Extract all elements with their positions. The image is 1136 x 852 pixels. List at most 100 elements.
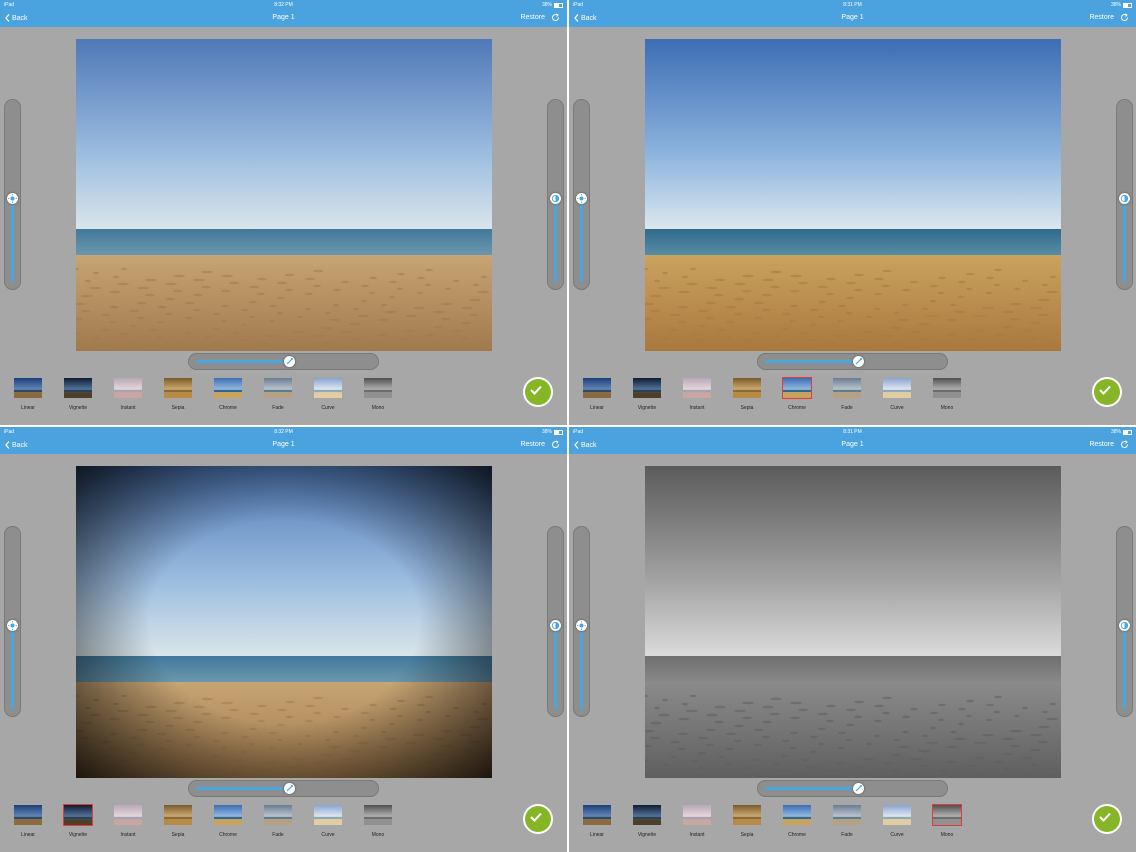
- restore-button[interactable]: Restore: [1089, 13, 1129, 22]
- wand-icon[interactable]: [853, 356, 864, 367]
- filter-curve[interactable]: Curve: [313, 377, 343, 411]
- sun-icon[interactable]: [7, 193, 18, 204]
- filter-vignette[interactable]: Vignette: [63, 804, 93, 838]
- status-bar: iPad 8:32 PM 38%: [0, 0, 567, 10]
- restore-button[interactable]: Restore: [520, 440, 560, 449]
- filter-thumbnail: [163, 804, 193, 826]
- wand-icon[interactable]: [853, 783, 864, 794]
- filter-label: Mono: [940, 405, 954, 411]
- nav-bar: Back Page 1 Restore: [569, 437, 1136, 454]
- status-right: 38%: [1111, 2, 1132, 8]
- filter-thumbnail: [582, 377, 612, 399]
- filter-label: Curve: [321, 832, 335, 838]
- filter-sepia[interactable]: Sepia: [163, 804, 193, 838]
- status-time: 8:31 PM: [843, 429, 862, 435]
- brightness-slider[interactable]: [573, 99, 590, 290]
- filter-thumbnail: [932, 377, 962, 399]
- battery-percent: 38%: [541, 2, 552, 8]
- contrast-slider[interactable]: [1116, 526, 1133, 717]
- restore-button[interactable]: Restore: [1089, 440, 1129, 449]
- filter-thumbnail: [263, 377, 293, 399]
- filter-linear[interactable]: Linear: [582, 377, 612, 411]
- filter-vignette[interactable]: Vignette: [632, 804, 662, 838]
- filter-vignette[interactable]: Vignette: [632, 377, 662, 411]
- contrast-slider[interactable]: [1116, 99, 1133, 290]
- filter-label: Instant: [120, 832, 136, 838]
- apply-button[interactable]: [523, 377, 553, 407]
- filter-chrome[interactable]: Chrome: [213, 804, 243, 838]
- brightness-slider[interactable]: [4, 526, 21, 717]
- sun-icon[interactable]: [7, 620, 18, 631]
- filter-strip: Linear Vignette Instant Sepia Chrome Fad…: [0, 377, 567, 417]
- filter-fade[interactable]: Fade: [832, 377, 862, 411]
- apply-button[interactable]: [1092, 804, 1122, 834]
- filter-instant[interactable]: Instant: [682, 377, 712, 411]
- battery-percent: 38%: [541, 429, 552, 435]
- restore-button[interactable]: Restore: [520, 13, 560, 22]
- filter-thumbnail: [213, 804, 243, 826]
- filter-thumbnail: [63, 804, 93, 826]
- restore-label: Restore: [520, 441, 545, 448]
- filter-chrome[interactable]: Chrome: [213, 377, 243, 411]
- apply-button[interactable]: [1092, 377, 1122, 407]
- filter-linear[interactable]: Linear: [582, 804, 612, 838]
- apply-button[interactable]: [523, 804, 553, 834]
- filter-curve[interactable]: Curve: [882, 804, 912, 838]
- intensity-slider[interactable]: [188, 353, 379, 370]
- filter-mono[interactable]: Mono: [932, 804, 962, 838]
- status-bar: iPad 8:32 PM 38%: [0, 427, 567, 437]
- intensity-slider[interactable]: [188, 780, 379, 797]
- contrast-slider[interactable]: [547, 99, 564, 290]
- contrast-icon[interactable]: [1119, 620, 1130, 631]
- page-title: Page 1: [272, 14, 295, 21]
- brightness-slider[interactable]: [4, 99, 21, 290]
- status-right: 38%: [542, 429, 563, 435]
- nav-bar: Back Page 1 Restore: [0, 437, 567, 454]
- filter-mono[interactable]: Mono: [932, 377, 962, 411]
- filter-fade[interactable]: Fade: [263, 804, 293, 838]
- contrast-icon[interactable]: [550, 193, 561, 204]
- filter-label: Mono: [371, 405, 385, 411]
- filter-linear[interactable]: Linear: [13, 804, 43, 838]
- filter-label: Linear: [21, 832, 35, 838]
- filter-sepia[interactable]: Sepia: [163, 377, 193, 411]
- filter-linear[interactable]: Linear: [13, 377, 43, 411]
- contrast-icon[interactable]: [1119, 193, 1130, 204]
- filter-curve[interactable]: Curve: [882, 377, 912, 411]
- checkmark-icon: [530, 812, 542, 822]
- filter-sepia[interactable]: Sepia: [732, 377, 762, 411]
- filter-thumbnail: [213, 377, 243, 399]
- refresh-icon: [1121, 13, 1128, 21]
- contrast-slider[interactable]: [547, 526, 564, 717]
- filter-thumbnail: [932, 804, 962, 826]
- filter-sepia[interactable]: Sepia: [732, 804, 762, 838]
- status-bar: iPad 8:31 PM 38%: [569, 0, 1136, 10]
- filter-fade[interactable]: Fade: [832, 804, 862, 838]
- wand-icon[interactable]: [284, 783, 295, 794]
- filter-label: Sepia: [171, 405, 185, 411]
- filter-chrome[interactable]: Chrome: [782, 804, 812, 838]
- contrast-icon[interactable]: [550, 620, 561, 631]
- filter-instant[interactable]: Instant: [113, 377, 143, 411]
- filter-instant[interactable]: Instant: [113, 804, 143, 838]
- intensity-slider[interactable]: [757, 353, 948, 370]
- filter-label: Fade: [272, 832, 284, 838]
- intensity-slider[interactable]: [757, 780, 948, 797]
- filter-fade[interactable]: Fade: [263, 377, 293, 411]
- filter-chrome[interactable]: Chrome: [782, 377, 812, 411]
- wand-icon[interactable]: [284, 356, 295, 367]
- sun-icon[interactable]: [576, 193, 587, 204]
- status-right: 38%: [1111, 429, 1132, 435]
- refresh-icon: [552, 13, 559, 21]
- filter-mono[interactable]: Mono: [363, 804, 393, 838]
- filter-vignette[interactable]: Vignette: [63, 377, 93, 411]
- filter-instant[interactable]: Instant: [682, 804, 712, 838]
- photo-preview: [645, 466, 1061, 778]
- sun-icon[interactable]: [576, 620, 587, 631]
- filter-curve[interactable]: Curve: [313, 804, 343, 838]
- brightness-slider[interactable]: [573, 526, 590, 717]
- filter-thumbnail: [113, 377, 143, 399]
- restore-label: Restore: [520, 14, 545, 21]
- filter-mono[interactable]: Mono: [363, 377, 393, 411]
- filter-label: Sepia: [740, 832, 754, 838]
